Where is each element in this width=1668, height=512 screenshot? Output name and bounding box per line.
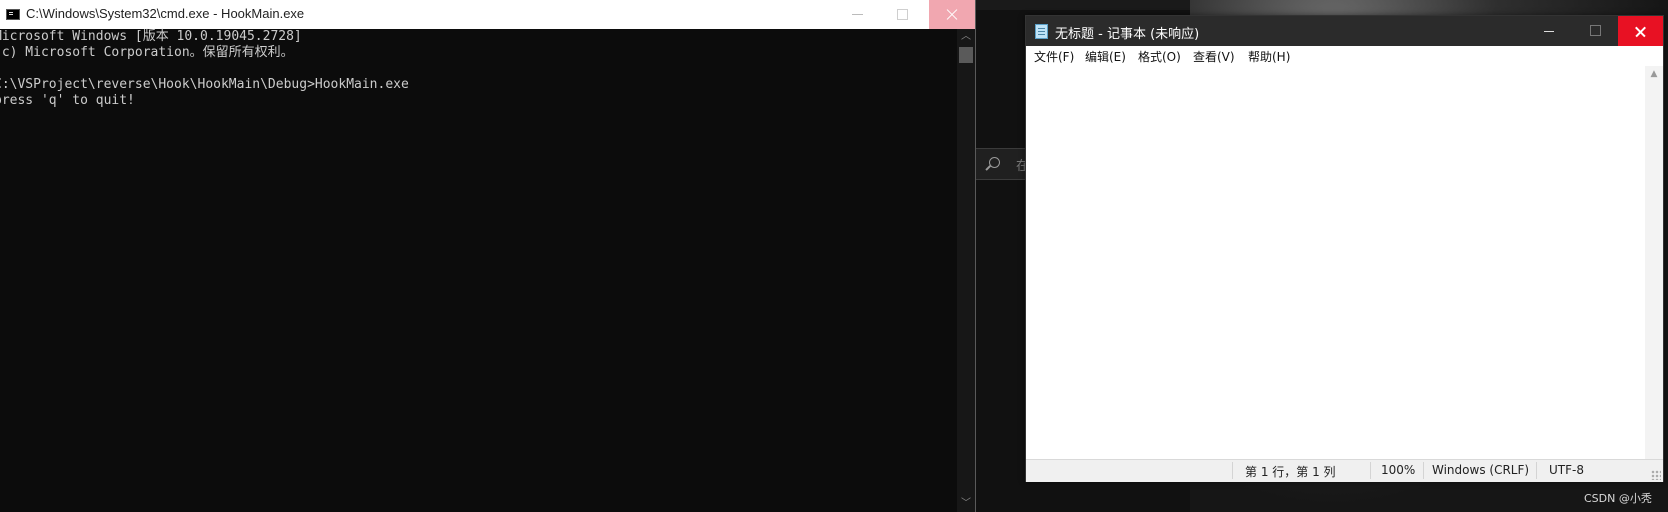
status-separator — [1232, 462, 1233, 479]
cmd-window: C:\Windows\System32\cmd.exe - HookMain.e… — [0, 0, 976, 512]
console-line: press 'q' to quit! — [0, 93, 135, 108]
status-separator — [1536, 462, 1537, 479]
resize-grip-icon[interactable] — [1651, 470, 1661, 480]
search-icon — [989, 157, 1000, 168]
notepad-window-title: 无标题 - 记事本 (未响应) — [1055, 27, 1200, 42]
menu-view[interactable]: 查看(V) — [1193, 48, 1235, 65]
status-encoding: UTF-8 — [1549, 463, 1584, 477]
console-line: (c) Microsoft Corporation。保留所有权利。 — [0, 45, 294, 60]
console-icon — [6, 9, 20, 20]
notepad-icon — [1035, 24, 1048, 39]
cmd-minimize-button[interactable] — [835, 0, 880, 29]
notepad-statusbar: 第 1 行，第 1 列 100% Windows (CRLF) UTF-8 — [1026, 459, 1663, 482]
notepad-text-area[interactable] — [1026, 66, 1645, 474]
status-separator — [1370, 462, 1371, 479]
console-line: Microsoft Windows [版本 10.0.19045.2728] — [0, 29, 302, 44]
status-cursor-position: 第 1 行，第 1 列 — [1245, 465, 1336, 479]
notepad-menubar: 文件(F) 编辑(E) 格式(O) 查看(V) 帮助(H) — [1026, 46, 1663, 66]
menu-help[interactable]: 帮助(H) — [1248, 48, 1290, 65]
cmd-close-button[interactable] — [929, 0, 975, 29]
cmd-console-output[interactable]: Microsoft Windows [版本 10.0.19045.2728] (… — [0, 29, 951, 512]
scroll-down-arrow-icon[interactable]: ﹀ — [957, 496, 975, 512]
background-search-box[interactable]: 在 — [975, 148, 1029, 180]
notepad-titlebar[interactable]: 无标题 - 记事本 (未响应) — [1026, 16, 1663, 46]
menu-file[interactable]: 文件(F) — [1034, 48, 1074, 65]
cmd-vertical-scrollbar[interactable]: ︿ ﹀ — [957, 29, 975, 512]
menu-format[interactable]: 格式(O) — [1138, 48, 1181, 65]
cmd-titlebar[interactable]: C:\Windows\System32\cmd.exe - HookMain.e… — [0, 0, 975, 29]
status-separator — [1423, 462, 1424, 479]
status-line-ending: Windows (CRLF) — [1432, 463, 1530, 477]
notepad-close-button[interactable] — [1618, 16, 1663, 46]
notepad-window: 无标题 - 记事本 (未响应) 文件(F) 编辑(E) 格式(O) 查看(V) … — [1025, 15, 1664, 482]
notepad-maximize-button[interactable] — [1572, 16, 1618, 46]
cmd-scroll-thumb[interactable] — [959, 47, 973, 63]
console-line: C:\VSProject\reverse\Hook\HookMain\Debug… — [0, 77, 409, 92]
background-window-strip — [975, 0, 1190, 10]
scroll-up-arrow-icon[interactable]: ︿ — [957, 29, 975, 45]
notepad-minimize-button[interactable] — [1526, 16, 1572, 46]
watermark-label: CSDN @小秃 — [1584, 492, 1652, 505]
menu-edit[interactable]: 编辑(E) — [1085, 48, 1126, 65]
scroll-up-arrow-icon[interactable]: ▲ — [1645, 66, 1663, 82]
notepad-vertical-scrollbar[interactable]: ▲ ▼ — [1645, 66, 1663, 474]
status-zoom: 100% — [1381, 463, 1416, 477]
cmd-window-title: C:\Windows\System32\cmd.exe - HookMain.e… — [26, 6, 305, 21]
cmd-maximize-button[interactable] — [880, 0, 925, 29]
